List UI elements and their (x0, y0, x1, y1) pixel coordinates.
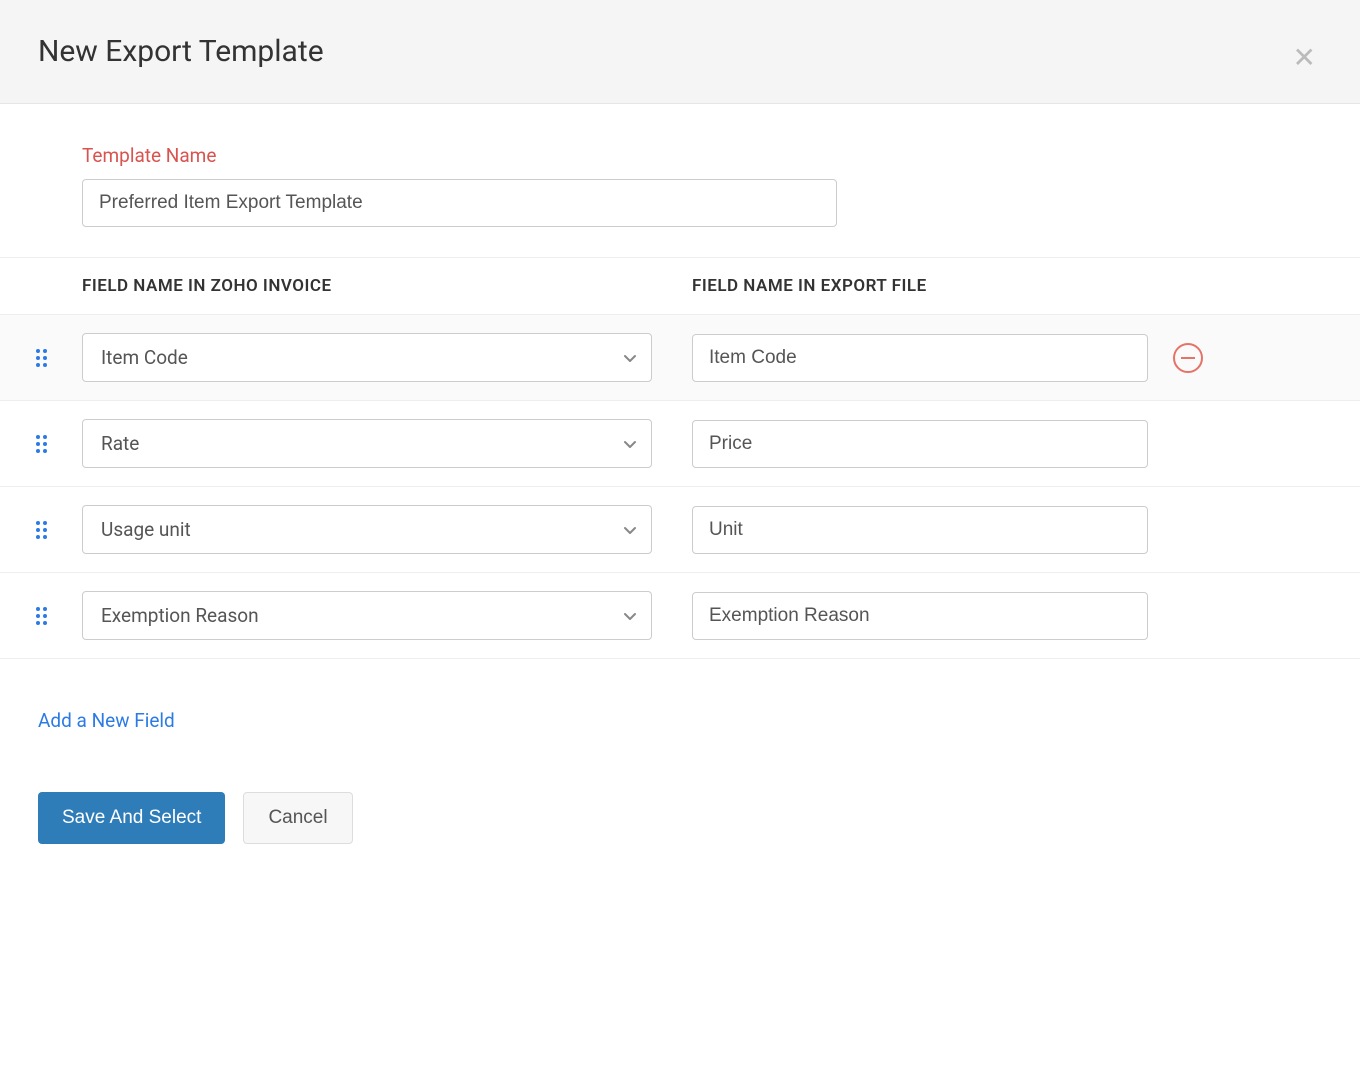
save-and-select-button[interactable]: Save And Select (38, 792, 225, 844)
zoho-field-select[interactable]: Exemption Reason (82, 591, 652, 640)
export-field-input[interactable] (692, 592, 1148, 640)
zoho-field-select[interactable]: Rate (82, 419, 652, 468)
drag-handle-icon[interactable] (0, 349, 82, 367)
drag-handle-icon[interactable] (0, 435, 82, 453)
zoho-field-select[interactable]: Item Code (82, 333, 652, 382)
field-row: Item Code (0, 315, 1360, 401)
drag-handle-icon[interactable] (0, 521, 82, 539)
export-field-input[interactable] (692, 506, 1148, 554)
field-row: Usage unit (0, 487, 1360, 573)
zoho-field-select[interactable]: Usage unit (82, 505, 652, 554)
modal-title: New Export Template (38, 34, 1322, 69)
column-header-zoho: FIELD NAME IN ZOHO INVOICE (82, 276, 332, 296)
footer: Save And Select Cancel (0, 732, 1360, 904)
add-new-field-link[interactable]: Add a New Field (38, 709, 175, 732)
drag-handle-icon[interactable] (0, 607, 82, 625)
remove-row-icon[interactable] (1173, 343, 1203, 373)
export-field-input[interactable] (692, 334, 1148, 382)
close-icon[interactable]: ✕ (1293, 44, 1316, 72)
modal-header: New Export Template ✕ (0, 0, 1360, 104)
field-row: Rate (0, 401, 1360, 487)
table-header: FIELD NAME IN ZOHO INVOICE FIELD NAME IN… (0, 257, 1360, 315)
template-name-section: Template Name (0, 104, 1360, 257)
template-name-label: Template Name (82, 144, 1322, 167)
export-field-input[interactable] (692, 420, 1148, 468)
column-header-export: FIELD NAME IN EXPORT FILE (692, 276, 927, 296)
template-name-input[interactable] (82, 179, 837, 227)
field-row: Exemption Reason (0, 573, 1360, 659)
cancel-button[interactable]: Cancel (243, 792, 352, 844)
